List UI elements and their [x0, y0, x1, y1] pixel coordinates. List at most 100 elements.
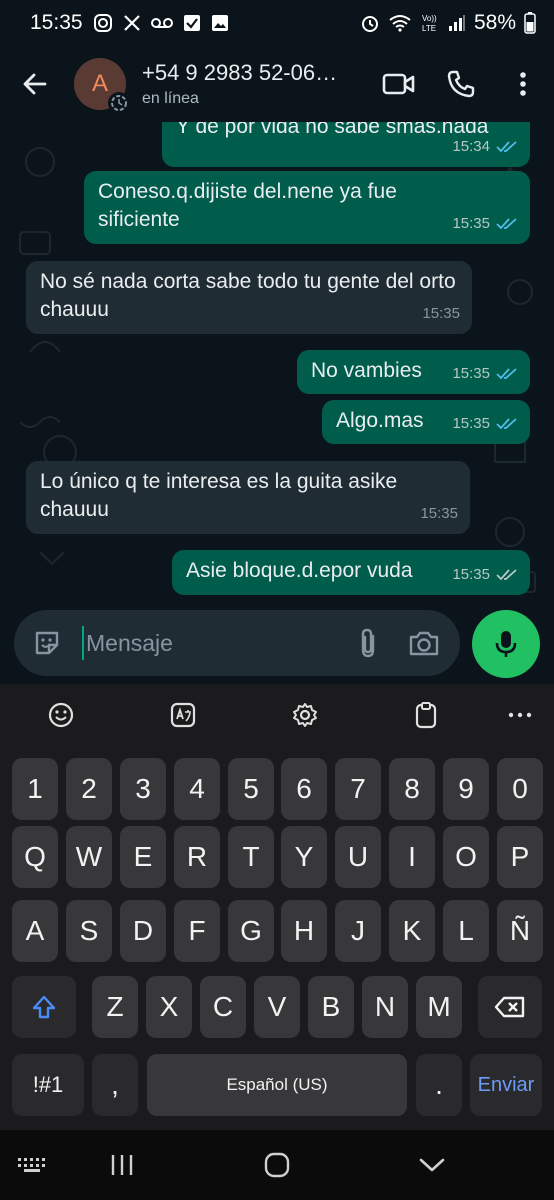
key-u[interactable]: U — [335, 826, 381, 888]
message-text: Coneso.q.dijiste del.nene ya fue sificie… — [98, 180, 397, 231]
key-i[interactable]: I — [389, 826, 435, 888]
arrow-left-icon — [23, 73, 47, 95]
key-q[interactable]: Q — [12, 826, 58, 888]
key-x[interactable]: X — [146, 976, 192, 1038]
key-g[interactable]: G — [228, 900, 274, 962]
mic-icon — [495, 631, 517, 657]
contact-info[interactable]: +54 9 2983 52-06… en línea — [142, 60, 357, 108]
recents-icon — [111, 1155, 133, 1175]
clipboard-button[interactable] — [404, 693, 448, 737]
video-call-button[interactable] — [368, 53, 430, 115]
back-button[interactable] — [0, 46, 70, 122]
space-key[interactable]: Español (US) — [147, 1054, 407, 1116]
period-key[interactable]: . — [416, 1054, 462, 1116]
backspace-icon — [494, 996, 525, 1018]
key-y[interactable]: Y — [281, 826, 327, 888]
key-b[interactable]: B — [308, 976, 354, 1038]
key-5[interactable]: 5 — [228, 758, 274, 820]
chat-area[interactable]: Y de por vida no sabe smas.nada 15:34 Co… — [0, 122, 554, 602]
message-bubble-incoming[interactable]: No sé nada corta sabe todo tu gente del … — [26, 261, 472, 334]
voicemail-icon — [150, 16, 173, 30]
contact-name: +54 9 2983 52-06… — [142, 60, 338, 85]
backspace-key[interactable] — [478, 976, 542, 1038]
avatar[interactable]: A — [74, 58, 130, 114]
keyboard: 1 2 3 4 5 6 7 8 9 0 Q W E R T Y U I O P … — [0, 684, 554, 1130]
back-icon — [419, 1158, 445, 1172]
key-s[interactable]: S — [66, 900, 112, 962]
key-a[interactable]: A — [12, 900, 58, 962]
message-placeholder: Mensaje — [86, 629, 173, 656]
message-bubble-outgoing[interactable]: Y de por vida no sabe smas.nada 15:34 — [162, 122, 530, 167]
svg-text:Vo)): Vo)) — [422, 14, 437, 23]
message-time: 15:35 — [420, 505, 458, 522]
key-r[interactable]: R — [174, 826, 220, 888]
key-9[interactable]: 9 — [443, 758, 489, 820]
x-logo-icon — [123, 14, 141, 32]
more-vertical-icon — [520, 72, 526, 96]
keyboard-settings-button[interactable] — [283, 693, 327, 737]
symbols-key[interactable]: !#1 — [12, 1054, 84, 1116]
message-bubble-outgoing[interactable]: Algo.mas 15:35 — [322, 400, 530, 444]
recents-button[interactable] — [92, 1140, 152, 1190]
message-bubble-outgoing[interactable]: No vambies 15:35 — [297, 350, 530, 394]
camera-button[interactable] — [396, 610, 452, 676]
send-key[interactable]: Enviar — [470, 1054, 542, 1116]
message-time: 15:34 — [452, 138, 490, 155]
translate-icon — [170, 702, 196, 728]
key-enye[interactable]: Ñ — [497, 900, 543, 962]
translate-button[interactable] — [161, 693, 205, 737]
avatar-letter: A — [91, 70, 108, 97]
message-time: 15:35 — [422, 305, 460, 322]
emoji-button[interactable] — [39, 693, 83, 737]
key-l[interactable]: L — [443, 900, 489, 962]
key-8[interactable]: 8 — [389, 758, 435, 820]
key-1[interactable]: 1 — [12, 758, 58, 820]
key-0[interactable]: 0 — [497, 758, 543, 820]
keyboard-hide-button[interactable] — [2, 1140, 62, 1190]
checkbox-icon — [183, 14, 201, 32]
key-j[interactable]: J — [335, 900, 381, 962]
more-toolbar-button[interactable] — [498, 693, 542, 737]
voice-record-button[interactable] — [472, 610, 540, 678]
key-w[interactable]: W — [66, 826, 112, 888]
key-k[interactable]: K — [389, 900, 435, 962]
key-z[interactable]: Z — [92, 976, 138, 1038]
back-nav-button[interactable] — [402, 1140, 462, 1190]
battery-icon — [524, 12, 536, 34]
message-bubble-outgoing[interactable]: Coneso.q.dijiste del.nene ya fue sificie… — [84, 171, 530, 244]
emoji-icon — [48, 702, 74, 728]
key-e[interactable]: E — [120, 826, 166, 888]
key-o[interactable]: O — [443, 826, 489, 888]
attach-icon — [361, 628, 375, 658]
shift-key[interactable] — [12, 976, 76, 1038]
home-button[interactable] — [247, 1140, 307, 1190]
volte-icon: Vo)) LTE — [420, 12, 440, 34]
key-6[interactable]: 6 — [281, 758, 327, 820]
key-d[interactable]: D — [120, 900, 166, 962]
key-c[interactable]: C — [200, 976, 246, 1038]
key-v[interactable]: V — [254, 976, 300, 1038]
message-bubble-outgoing[interactable]: Asie bloque.d.epor vuda 15:35 — [172, 550, 530, 595]
status-time: 15:35 — [30, 11, 83, 34]
key-2[interactable]: 2 — [66, 758, 112, 820]
sticker-button[interactable] — [16, 610, 78, 676]
more-options-button[interactable] — [492, 53, 554, 115]
key-n[interactable]: N — [362, 976, 408, 1038]
message-time: 15:35 — [452, 415, 490, 432]
double-check-delivered-icon — [496, 569, 517, 581]
composer: Mensaje — [0, 602, 554, 684]
key-3[interactable]: 3 — [120, 758, 166, 820]
status-bar: 15:35 Vo)) LTE 58% — [0, 0, 554, 46]
key-4[interactable]: 4 — [174, 758, 220, 820]
key-f[interactable]: F — [174, 900, 220, 962]
voice-call-button[interactable] — [430, 53, 492, 115]
key-7[interactable]: 7 — [335, 758, 381, 820]
message-bubble-incoming[interactable]: Lo único q te interesa es la guita asike… — [26, 461, 470, 534]
attach-button[interactable] — [340, 610, 396, 676]
key-h[interactable]: H — [281, 900, 327, 962]
key-p[interactable]: P — [497, 826, 543, 888]
message-input[interactable]: Mensaje — [14, 610, 460, 676]
comma-key[interactable]: , — [92, 1054, 138, 1116]
key-m[interactable]: M — [416, 976, 462, 1038]
key-t[interactable]: T — [228, 826, 274, 888]
